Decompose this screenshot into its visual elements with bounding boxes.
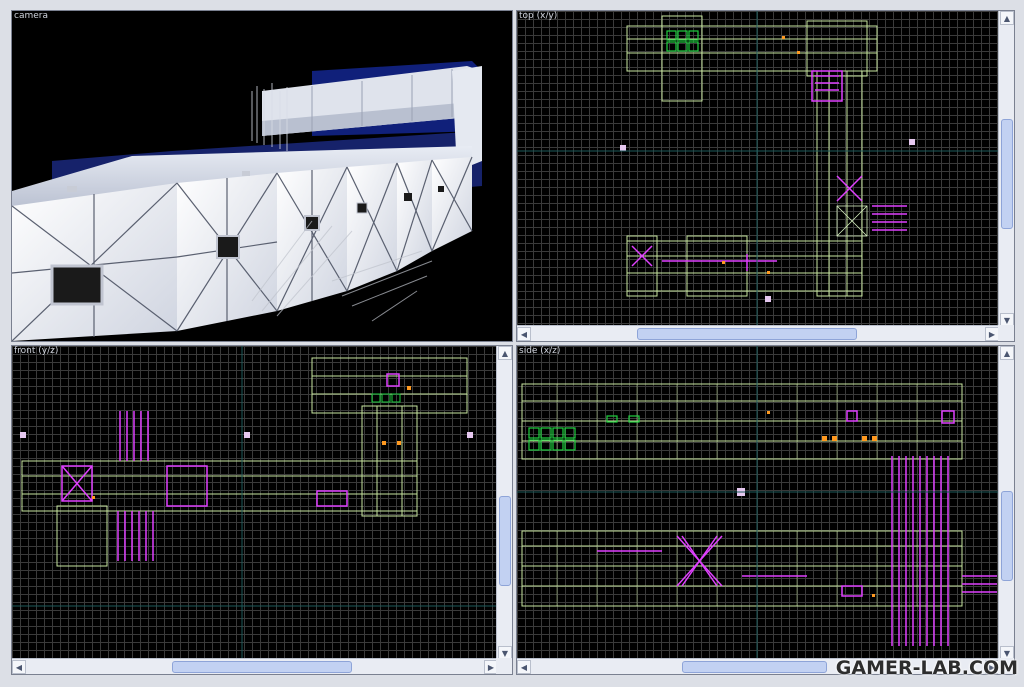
side-vertical-scroll-thumb[interactable]: [1001, 491, 1013, 581]
front-scroll-corner: [496, 658, 512, 674]
top-scroll-left-button[interactable]: ◀: [517, 327, 531, 341]
top-scroll-up-button[interactable]: ▲: [1000, 11, 1014, 25]
front-horizontal-scrollbar[interactable]: ◀ ▶: [12, 658, 498, 674]
camera-viewport-label: camera: [14, 11, 48, 21]
front-scroll-up-button[interactable]: ▲: [498, 346, 512, 360]
front-viewport-label: front (y/z): [14, 346, 59, 356]
side-scroll-up-button[interactable]: ▲: [1000, 346, 1014, 360]
top-scroll-corner: [998, 325, 1014, 341]
top-horizontal-scrollbar[interactable]: ◀ ▶: [517, 325, 999, 341]
side-horizontal-scroll-thumb[interactable]: [682, 661, 827, 673]
watermark-logo: GAMER-LAB.COM: [835, 657, 1018, 679]
front-map-plan: [12, 346, 498, 660]
camera-viewport[interactable]: camera: [11, 10, 513, 342]
top-vertical-scroll-thumb[interactable]: [1001, 119, 1013, 229]
top-horizontal-scroll-thumb[interactable]: [637, 328, 857, 340]
top-vertical-scrollbar[interactable]: ▲ ▼: [998, 11, 1014, 327]
front-viewport[interactable]: front (y/z) ▲ ▼ ◀ ▶: [11, 345, 513, 675]
front-scroll-left-button[interactable]: ◀: [12, 660, 26, 674]
side-vertical-scrollbar[interactable]: ▲ ▼: [998, 346, 1014, 660]
camera-3d-render: [12, 61, 482, 341]
top-viewport-label: top (x/y): [519, 11, 558, 21]
side-map-plan: [517, 346, 999, 660]
front-vertical-scrollbar[interactable]: ▲ ▼: [496, 346, 512, 660]
top-scroll-right-button[interactable]: ▶: [985, 327, 999, 341]
front-horizontal-scroll-thumb[interactable]: [172, 661, 352, 673]
top-viewport[interactable]: top (x/y) ▲ ▼ ◀ ▶: [516, 10, 1015, 342]
side-viewport[interactable]: side (x/z) ▲ ▼ ◀ ▶: [516, 345, 1015, 675]
front-vertical-scroll-thumb[interactable]: [499, 496, 511, 586]
top-map-plan: [517, 11, 999, 327]
side-scroll-left-button[interactable]: ◀: [517, 660, 531, 674]
side-viewport-label: side (x/z): [519, 346, 561, 356]
